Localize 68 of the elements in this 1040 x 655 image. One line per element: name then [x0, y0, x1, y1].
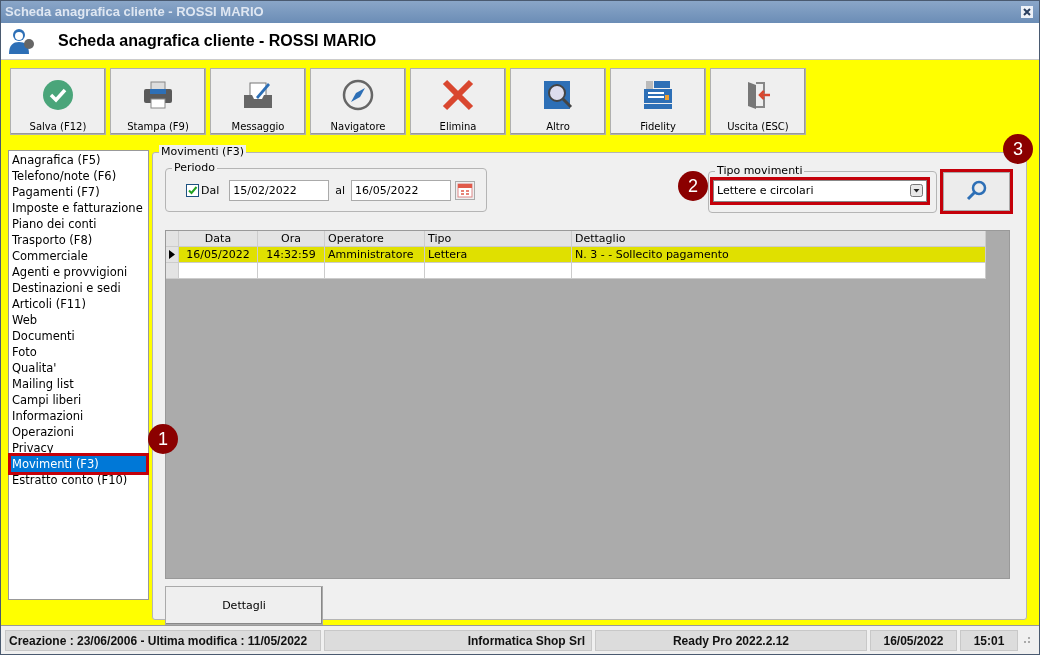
type-dropdown[interactable]: Lettere e circolari	[713, 179, 927, 202]
section-item[interactable]: Agenti e provvigioni	[11, 263, 146, 280]
status-field: Creazione : 23/06/2006 - Ultima modifica : 11/05/2022	[5, 629, 321, 651]
status-field: Ready Pro 2022.2.12	[595, 629, 867, 651]
cash-register-icon	[642, 78, 674, 111]
section-item[interactable]: Pagamenti (F7)	[11, 183, 146, 200]
section-item[interactable]: Foto	[11, 343, 146, 360]
section-item[interactable]: Campi liberi	[11, 391, 146, 408]
book-magnifier-icon	[542, 78, 574, 111]
table-cell: 14:32:59	[266, 247, 316, 261]
status-field: Informatica Shop Srl	[324, 629, 592, 651]
cross-icon	[442, 78, 474, 111]
column-header[interactable]: Data	[179, 230, 258, 246]
other-button[interactable]: Altro	[510, 67, 606, 135]
check-icon	[42, 78, 74, 111]
search-button[interactable]	[943, 171, 1010, 211]
date-field[interactable]: 16/05/2022	[351, 179, 452, 201]
row-pointer-icon	[169, 249, 175, 259]
section-item[interactable]: Telefono/note (F6)	[11, 167, 146, 184]
section-item[interactable]: Operazioni	[11, 423, 146, 440]
column-header[interactable]: Tipo	[425, 230, 572, 246]
section-item[interactable]: Mailing list	[11, 375, 146, 392]
section-item[interactable]: Estratto conto (F10)	[11, 471, 146, 488]
column-header[interactable]: Operatore	[325, 230, 425, 246]
table-cell: Lettera	[428, 247, 468, 261]
checkbox[interactable]: Dal	[186, 183, 220, 197]
section-item[interactable]: Informazioni	[11, 407, 146, 424]
group-title: Periodo	[172, 160, 218, 174]
calendar-button[interactable]	[455, 180, 476, 200]
panel-title: Movimenti (F3)	[159, 144, 246, 158]
resize-grip-icon[interactable]	[1023, 636, 1031, 645]
section-item[interactable]: Qualita'	[11, 359, 146, 376]
status-field: 15:01	[960, 629, 1018, 651]
window-title: Scheda anagrafica cliente - ROSSI MARIO	[5, 4, 265, 20]
column-header[interactable]: Ora	[258, 230, 325, 246]
status-field: 16/05/2022	[870, 629, 957, 651]
section-item[interactable]: Imposte e fatturazione	[11, 199, 146, 216]
compass-icon	[342, 78, 374, 111]
delete-button[interactable]: Elimina	[410, 67, 506, 135]
table-cell: Amministratore	[328, 247, 414, 261]
close-icon[interactable]	[1021, 5, 1033, 18]
field-label: al	[335, 183, 346, 197]
calendar-icon	[457, 182, 474, 199]
printer-icon	[142, 78, 174, 111]
compass-button[interactable]: Navigatore	[310, 67, 406, 135]
section-item[interactable]: Piano dei conti	[11, 215, 146, 232]
group-title: Tipo movimenti	[715, 163, 805, 177]
register-button[interactable]: Fidelity	[610, 67, 706, 135]
section-item[interactable]: Trasporto (F8)	[11, 231, 146, 248]
section-item[interactable]: Destinazioni e sedi	[11, 279, 146, 296]
section-item[interactable]: Anagrafica (F5)	[11, 151, 146, 168]
details-button[interactable]: Dettagli	[165, 585, 323, 625]
section-item[interactable]: Privacy	[11, 439, 146, 456]
table-cell: N. 3 - - Sollecito pagamento	[575, 247, 729, 261]
table-cell: 16/05/2022	[186, 247, 250, 261]
section-item[interactable]: Movimenti (F3)	[11, 455, 146, 472]
section-item[interactable]: Documenti	[11, 327, 146, 344]
section-item[interactable]: Commerciale	[11, 247, 146, 264]
print-button[interactable]: Stampa (F9)	[110, 67, 206, 135]
column-header[interactable]: Dettaglio	[572, 230, 986, 246]
date-field[interactable]: 15/02/2022	[229, 179, 330, 201]
section-item[interactable]: Web	[11, 311, 146, 328]
user-icon	[8, 26, 36, 55]
save-button[interactable]: Salva (F12)	[10, 67, 106, 135]
form-title: Scheda anagrafica cliente - ROSSI MARIO	[58, 31, 377, 50]
section-item[interactable]: Articoli (F11)	[11, 295, 146, 312]
exit-button[interactable]: Uscita (ESC)	[710, 67, 806, 135]
message-button[interactable]: Messaggio	[210, 67, 306, 135]
